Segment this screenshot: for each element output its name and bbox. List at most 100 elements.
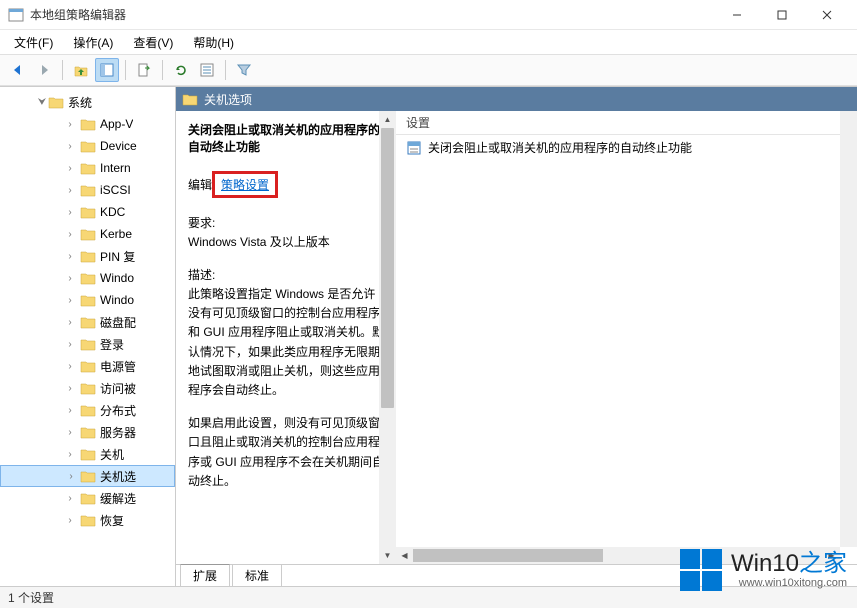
tree-item-label: Windo	[100, 293, 134, 307]
status-text: 1 个设置	[8, 589, 54, 606]
menu-action[interactable]: 操作(A)	[63, 31, 123, 54]
expand-icon[interactable]: ›	[64, 515, 76, 526]
tree-root-label: 系统	[68, 94, 92, 111]
expand-icon[interactable]: ›	[64, 163, 76, 174]
up-button[interactable]	[69, 58, 93, 82]
main-area: ⮟ 系统 ›App-V›Device›Intern›iSCSI›KDC›Kerb…	[0, 86, 857, 586]
show-hide-tree-button[interactable]	[95, 58, 119, 82]
tree-root[interactable]: ⮟ 系统	[0, 91, 175, 113]
tree-item-label: 关机	[100, 446, 124, 463]
expand-icon[interactable]: ›	[64, 405, 76, 416]
expand-icon[interactable]: ›	[64, 229, 76, 240]
expand-icon[interactable]: ›	[64, 141, 76, 152]
settings-list-item[interactable]: 关闭会阻止或取消关机的应用程序的自动终止功能	[396, 135, 857, 160]
expand-icon[interactable]: ›	[64, 383, 76, 394]
tree-item-label: Windo	[100, 271, 134, 285]
menubar: 文件(F) 操作(A) 查看(V) 帮助(H)	[0, 30, 857, 54]
refresh-button[interactable]	[169, 58, 193, 82]
edit-policy-link[interactable]: 策略设置	[221, 178, 269, 192]
toolbar-separator	[125, 60, 126, 80]
menu-view[interactable]: 查看(V)	[123, 31, 183, 54]
titlebar: 本地组策略编辑器	[0, 0, 857, 30]
filter-button[interactable]	[232, 58, 256, 82]
back-button[interactable]	[6, 58, 30, 82]
forward-button[interactable]	[32, 58, 56, 82]
policy-title: 关闭会阻止或取消关机的应用程序的自动终止功能	[188, 121, 386, 155]
menu-file[interactable]: 文件(F)	[4, 31, 63, 54]
tree-item[interactable]: › App-V	[0, 113, 175, 135]
tree-item[interactable]: › Windo	[0, 267, 175, 289]
export-button[interactable]	[132, 58, 156, 82]
minimize-button[interactable]	[714, 1, 759, 29]
toolbar	[0, 54, 857, 86]
tree-item[interactable]: ›关机选	[0, 465, 175, 487]
settings-item-label: 关闭会阻止或取消关机的应用程序的自动终止功能	[428, 139, 692, 156]
vertical-scrollbar[interactable]	[840, 111, 857, 547]
tree-item[interactable]: › 恢复	[0, 509, 175, 531]
hscroll-thumb[interactable]	[413, 549, 603, 562]
expand-icon[interactable]: ›	[64, 207, 76, 218]
tab-extended[interactable]: 扩展	[180, 564, 230, 586]
content-header: 关机选项	[176, 87, 857, 111]
tree-item[interactable]: ›Device	[0, 135, 175, 157]
tree-item[interactable]: ›电源管	[0, 355, 175, 377]
window-controls	[714, 1, 849, 29]
expand-icon[interactable]: ›	[64, 119, 76, 130]
tree-item-label: App-V	[100, 117, 133, 131]
expand-icon[interactable]: ›	[64, 493, 76, 504]
collapse-icon[interactable]: ⮟	[36, 97, 48, 108]
folder-icon	[80, 513, 96, 527]
scroll-left-arrow[interactable]: ◀	[396, 547, 413, 564]
tree-item-label: Intern	[100, 161, 131, 175]
properties-button[interactable]	[195, 58, 219, 82]
tree-item[interactable]: ›KDC	[0, 201, 175, 223]
list-column-header[interactable]: 设置	[396, 111, 857, 135]
expand-icon[interactable]: ›	[65, 471, 77, 482]
tree-item-label: 访问被	[100, 380, 136, 397]
tree-item-label: 服务器	[100, 424, 136, 441]
tree-item[interactable]: ›Kerbe	[0, 223, 175, 245]
tab-standard[interactable]: 标准	[232, 564, 282, 586]
tree-item[interactable]: › 访问被	[0, 377, 175, 399]
tree-item[interactable]: ›分布式	[0, 399, 175, 421]
tree-item-label: 恢复	[100, 512, 124, 529]
folder-icon	[80, 381, 96, 395]
folder-icon	[80, 117, 96, 131]
toolbar-separator	[225, 60, 226, 80]
expand-icon[interactable]: ›	[64, 185, 76, 196]
expand-icon[interactable]: ›	[64, 317, 76, 328]
tree-item[interactable]: ›iSCSI	[0, 179, 175, 201]
expand-icon[interactable]: ›	[64, 295, 76, 306]
scroll-up-arrow[interactable]: ▲	[379, 111, 396, 128]
scroll-down-arrow[interactable]: ▼	[379, 547, 396, 564]
menu-help[interactable]: 帮助(H)	[183, 31, 244, 54]
description-pane: 关闭会阻止或取消关机的应用程序的自动终止功能 编辑策略设置 要求: Window…	[176, 111, 396, 564]
tree-item[interactable]: › 关机	[0, 443, 175, 465]
app-icon	[8, 7, 24, 23]
scroll-thumb[interactable]	[381, 128, 394, 408]
tree-item[interactable]: › Intern	[0, 157, 175, 179]
expand-icon[interactable]: ›	[64, 251, 76, 262]
tree-item[interactable]: ›缓解选	[0, 487, 175, 509]
description-label: 描述:	[188, 266, 386, 283]
hscroll-track[interactable]	[413, 547, 823, 564]
tree-item[interactable]: › Windo	[0, 289, 175, 311]
expand-icon[interactable]: ›	[64, 427, 76, 438]
description-scrollbar[interactable]: ▲ ▼	[379, 111, 396, 564]
horizontal-scrollbar[interactable]: ◀ ▶	[396, 547, 840, 564]
scroll-right-arrow[interactable]: ▶	[823, 547, 840, 564]
expand-icon[interactable]: ›	[64, 449, 76, 460]
tree-item[interactable]: ›PIN 复	[0, 245, 175, 267]
tree-item[interactable]: ›磁盘配	[0, 311, 175, 333]
tree-item-label: 登录	[100, 336, 124, 353]
expand-icon[interactable]: ›	[64, 339, 76, 350]
expand-icon[interactable]: ›	[64, 273, 76, 284]
tree-item[interactable]: › 登录	[0, 333, 175, 355]
close-button[interactable]	[804, 1, 849, 29]
toolbar-separator	[162, 60, 163, 80]
scroll-track[interactable]	[379, 128, 396, 547]
maximize-button[interactable]	[759, 1, 804, 29]
tree-item[interactable]: › 服务器	[0, 421, 175, 443]
statusbar: 1 个设置	[0, 586, 857, 608]
expand-icon[interactable]: ›	[64, 361, 76, 372]
